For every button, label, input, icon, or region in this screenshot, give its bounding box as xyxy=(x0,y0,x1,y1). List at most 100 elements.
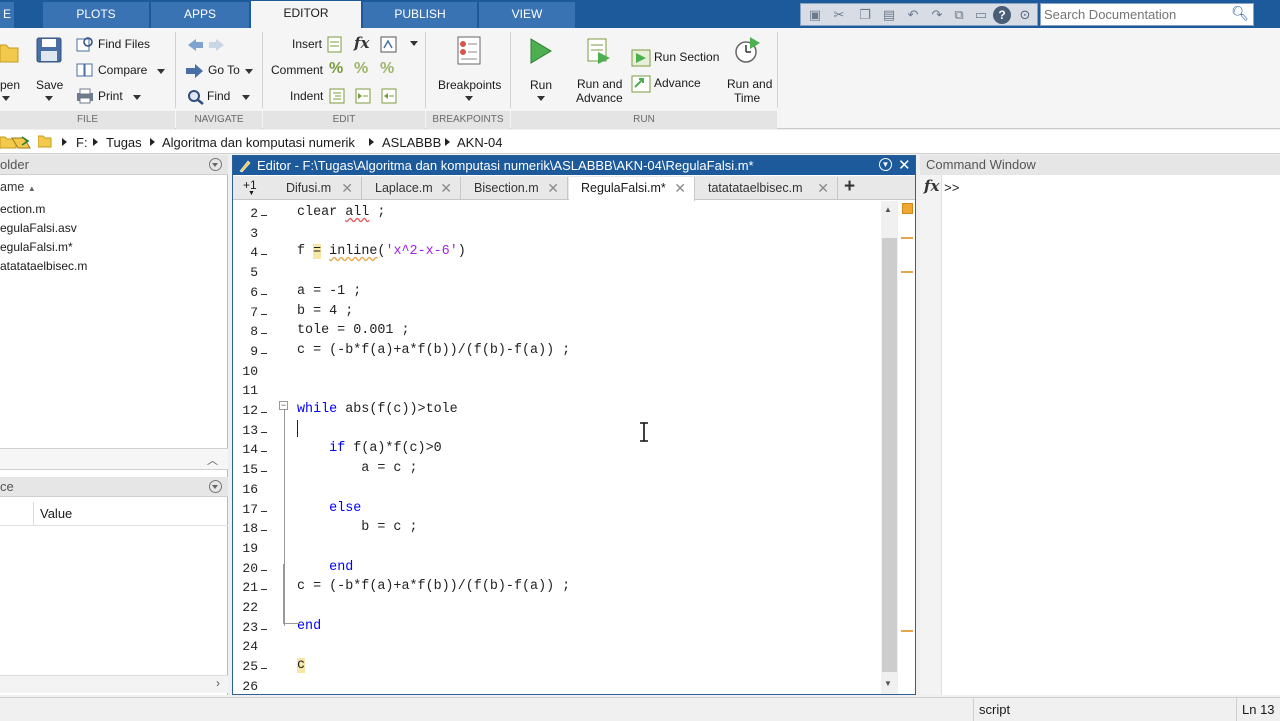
switch-windows-icon[interactable]: ⧉ xyxy=(951,7,967,23)
workspace-header[interactable]: ce xyxy=(0,477,228,497)
code-line[interactable]: b = c ; xyxy=(297,520,417,535)
compare-icon[interactable] xyxy=(76,62,94,78)
line-number[interactable]: 4 xyxy=(236,245,258,260)
close-tab-icon[interactable]: ✕ xyxy=(817,177,829,199)
code-line[interactable]: if f(a)*f(c)>0 xyxy=(297,441,442,456)
breadcrumb-drive[interactable]: F: xyxy=(76,135,88,150)
print-button[interactable]: Print xyxy=(98,89,123,103)
save-button-label[interactable]: Save xyxy=(36,78,63,92)
find-icon[interactable] xyxy=(187,89,205,105)
run-section-button[interactable]: Run Section xyxy=(654,50,719,64)
advance-icon[interactable] xyxy=(631,75,651,93)
line-number[interactable]: 6 xyxy=(236,285,258,300)
new-tab-icon[interactable]: + xyxy=(844,176,855,198)
comment-button[interactable]: Comment xyxy=(271,63,323,77)
breakpoint-slot[interactable] xyxy=(261,628,267,630)
name-column-header[interactable]: ame ▲ xyxy=(0,180,36,194)
line-number[interactable]: 16 xyxy=(236,482,258,497)
scroll-right-icon[interactable]: › xyxy=(216,676,220,690)
close-tab-icon[interactable]: ✕ xyxy=(674,177,686,199)
run-and-time-icon[interactable] xyxy=(734,36,762,66)
breadcrumb-separator[interactable] xyxy=(369,138,374,146)
advance-button[interactable]: Advance xyxy=(654,76,701,90)
wrap-comment-icon[interactable]: % xyxy=(380,60,394,78)
breadcrumb-tugas[interactable]: Tugas xyxy=(106,135,142,150)
line-number[interactable]: 7 xyxy=(236,305,258,320)
tab-view[interactable]: VIEW xyxy=(479,2,575,28)
breakpoint-slot[interactable] xyxy=(261,293,267,295)
insert-script-icon[interactable] xyxy=(380,36,398,53)
breakpoint-slot[interactable] xyxy=(261,254,267,256)
code-line[interactable]: end xyxy=(297,619,321,634)
run-and-advance-label-1[interactable]: Run and xyxy=(577,77,622,91)
compare-caret-icon[interactable] xyxy=(157,69,165,74)
breadcrumb-separator[interactable] xyxy=(150,138,155,146)
browse-folder-icon[interactable] xyxy=(0,134,32,150)
file-item[interactable]: egulaFalsi.m* xyxy=(0,240,73,254)
breadcrumb-separator[interactable] xyxy=(93,138,98,146)
undo-icon[interactable]: ↶ xyxy=(905,7,921,23)
search-icon[interactable]: 🔍︎ xyxy=(1231,5,1249,22)
close-tab-icon[interactable]: ✕ xyxy=(440,177,452,199)
run-and-advance-label-2[interactable]: Advance xyxy=(576,91,623,105)
comment-icon[interactable]: % xyxy=(329,60,343,78)
cut-icon[interactable]: ✂ xyxy=(831,7,847,23)
line-number[interactable]: 21 xyxy=(236,580,258,595)
breakpoint-slot[interactable] xyxy=(261,431,267,433)
compare-button[interactable]: Compare xyxy=(98,63,147,77)
breakpoint-slot[interactable] xyxy=(261,530,267,532)
print-caret-icon[interactable] xyxy=(133,95,141,100)
value-column-header[interactable]: Value xyxy=(40,506,72,521)
line-number[interactable]: 23 xyxy=(236,620,258,635)
decrease-indent-icon[interactable] xyxy=(381,88,397,104)
redo-icon[interactable]: ↷ xyxy=(929,7,945,23)
run-caret-icon[interactable] xyxy=(537,96,545,101)
editor-tab[interactable]: Bisection.m ✕ xyxy=(462,177,568,200)
run-icon[interactable] xyxy=(528,37,554,65)
code-line[interactable]: a = c ; xyxy=(297,461,417,476)
breakpoint-slot[interactable] xyxy=(261,215,267,216)
insert-caret-icon[interactable] xyxy=(410,41,418,46)
editor-tab[interactable]: Laplace.m ✕ xyxy=(363,177,461,200)
panel-menu-icon[interactable] xyxy=(209,480,222,493)
current-folder-bar[interactable]: F: Tugas Algoritma dan komputasi numerik… xyxy=(0,130,1280,154)
line-number[interactable]: 22 xyxy=(236,600,258,615)
code-line[interactable]: f = inline('x^2-x-6') xyxy=(297,244,466,260)
line-number[interactable]: 3 xyxy=(236,226,258,241)
code-line[interactable]: c = (-b*f(a)+a*f(b))/(f(b)-f(a)) ; xyxy=(297,579,570,594)
line-number[interactable]: 5 xyxy=(236,265,258,280)
current-folder-header[interactable]: older xyxy=(0,155,228,175)
line-number[interactable]: 13 xyxy=(236,423,258,438)
find-caret-icon[interactable] xyxy=(242,95,250,100)
tab-publish[interactable]: PUBLISH xyxy=(363,2,477,28)
warning-marker[interactable] xyxy=(901,237,913,239)
line-number[interactable]: 10 xyxy=(236,364,258,379)
editor-tab-active[interactable]: RegulaFalsi.m* ✕ xyxy=(569,177,695,201)
code-line[interactable]: clear all ; xyxy=(297,205,385,220)
code-line[interactable]: else xyxy=(297,501,361,516)
scroll-down-icon[interactable]: ▼ xyxy=(884,679,892,688)
breakpoints-caret-icon[interactable] xyxy=(465,96,473,101)
chevron-up-icon[interactable]: ︿ xyxy=(207,452,218,468)
warning-indicator-icon[interactable] xyxy=(902,203,913,214)
line-number[interactable]: 17 xyxy=(236,502,258,517)
insert-section-icon[interactable] xyxy=(327,36,345,53)
search-input[interactable] xyxy=(1041,4,1231,25)
code-fold-icon[interactable]: − xyxy=(279,401,288,410)
command-window-header[interactable]: Command Window xyxy=(920,155,1280,175)
increase-indent-icon[interactable] xyxy=(355,88,371,104)
goto-button[interactable]: Go To xyxy=(208,63,240,77)
line-number[interactable]: 19 xyxy=(236,541,258,556)
smart-indent-icon[interactable] xyxy=(329,88,345,104)
breadcrumb-separator[interactable] xyxy=(62,138,67,146)
open-folder-icon[interactable] xyxy=(0,40,20,64)
code-line[interactable]: c = (-b*f(a)+a*f(b))/(f(b)-f(a)) ; xyxy=(297,343,570,358)
run-button[interactable]: Run xyxy=(530,78,552,92)
scroll-up-icon[interactable]: ▲ xyxy=(884,205,892,214)
editor-title-bar[interactable]: Editor - F:\Tugas\Algoritma dan komputas… xyxy=(233,156,915,175)
warning-marker[interactable] xyxy=(901,630,913,632)
line-number[interactable]: 14 xyxy=(236,442,258,457)
scrollbar-thumb[interactable] xyxy=(882,238,897,672)
open-button-label[interactable]: pen xyxy=(0,78,20,92)
breakpoints-icon[interactable] xyxy=(455,36,483,66)
